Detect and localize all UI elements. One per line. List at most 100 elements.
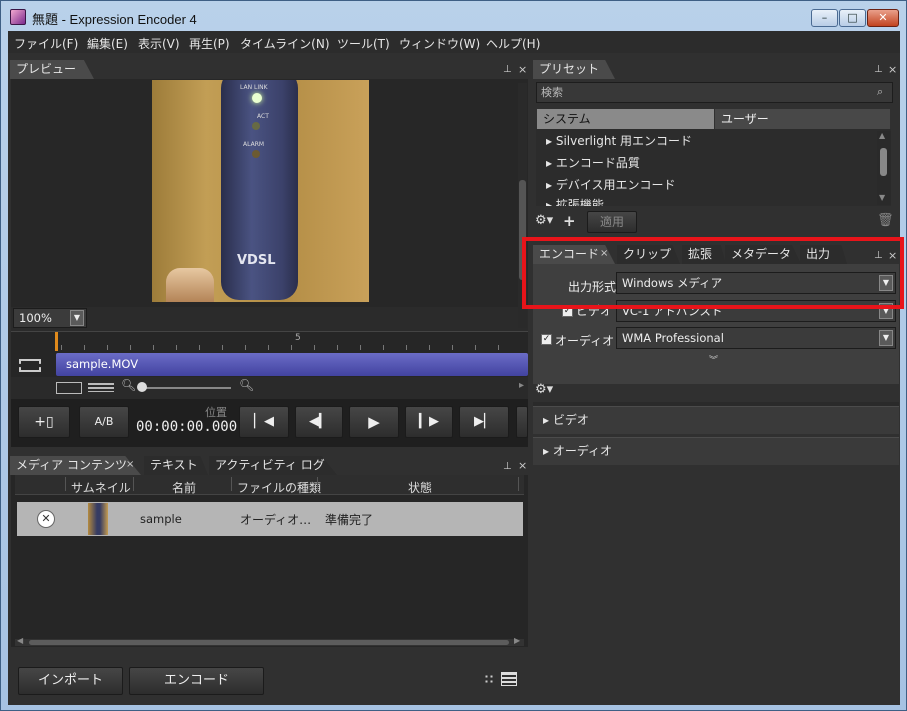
timeline-clip[interactable]: sample.MOV	[56, 353, 528, 376]
column-status[interactable]: 状態	[408, 479, 432, 496]
hscroll-thumb[interactable]	[29, 640, 509, 645]
menu-help[interactable]: ヘルプ(H)	[486, 35, 540, 52]
column-thumbnail[interactable]: サムネイル	[71, 479, 131, 496]
timeline-ruler[interactable]: 5	[11, 331, 528, 351]
table-row[interactable]: ✕ sample オーディオ… 準備完了	[17, 502, 523, 536]
scroll-left-icon[interactable]: ◀	[17, 636, 23, 645]
chevron-down-icon: ▼	[879, 275, 893, 291]
output-format-select[interactable]: Windows メディア ▼	[616, 272, 896, 294]
close-panel-icon[interactable]: ×	[888, 249, 897, 262]
menu-bar: ファイル(F) 編集(E) 表示(V) 再生(P) タイムライン(N) ツール(…	[8, 31, 900, 53]
close-panel-icon[interactable]: ×	[518, 459, 527, 472]
scrollbar-thumb[interactable]	[519, 180, 526, 280]
preview-scrollbar[interactable]	[518, 83, 527, 328]
close-panel-icon[interactable]: ×	[888, 63, 897, 76]
preset-label: Silverlight 用エンコード	[555, 134, 692, 148]
encode-button[interactable]: エンコード	[129, 667, 264, 695]
title-bar[interactable]: 無題 - Expression Encoder 4 – □ ✕	[1, 1, 906, 32]
list-item[interactable]: ▸ デバイス用エンコード	[546, 176, 676, 193]
pin-icon[interactable]: ⊥	[874, 250, 883, 261]
act-led-icon	[252, 122, 260, 130]
thumbnail	[88, 503, 108, 535]
video-codec-select[interactable]: VC-1 アドバンスト ▼	[616, 300, 896, 322]
preview-area[interactable]: LAN LINK ACT ALARM VDSL	[11, 79, 528, 307]
go-to-start-button[interactable]: ▏◀	[239, 406, 289, 438]
zoom-select[interactable]: 100% ▼	[13, 308, 87, 328]
column-name[interactable]: 名前	[172, 479, 196, 496]
close-panel-icon[interactable]: ×	[518, 63, 527, 76]
search-icon[interactable]: ⌕	[877, 85, 883, 99]
play-button[interactable]: ▶	[349, 406, 399, 438]
close-button[interactable]: ✕	[867, 9, 899, 27]
ab-compare-button[interactable]: A/B	[79, 406, 129, 438]
audio-checkbox[interactable]: ✓	[541, 334, 552, 345]
pin-icon[interactable]: ⊥	[874, 64, 883, 75]
scroll-right-icon[interactable]: ▸	[519, 380, 524, 391]
tab-preview[interactable]: プレビュー	[10, 60, 94, 79]
menu-window[interactable]: ウィンドウ(W)	[399, 35, 480, 52]
tab-activity-log[interactable]: アクティビティ ログ	[209, 456, 337, 475]
tab-text[interactable]: テキスト	[144, 456, 208, 475]
chevron-down-icon: ▼	[879, 330, 893, 346]
alarm-label: ALARM	[243, 141, 265, 148]
scroll-down-icon[interactable]: ▼	[879, 193, 885, 202]
tab-user[interactable]: ユーザー	[715, 109, 890, 129]
list-item[interactable]: ▸ エンコード品質	[546, 154, 640, 171]
playhead[interactable]	[55, 332, 58, 351]
tab-output[interactable]: 出力	[800, 245, 847, 264]
track-height-icon[interactable]	[88, 383, 114, 392]
tab-media-content[interactable]: メディア コンテンツ	[10, 456, 141, 475]
gear-icon[interactable]: ⚙▾	[535, 382, 553, 397]
menu-view[interactable]: 表示(V)	[138, 35, 180, 52]
menu-edit[interactable]: 編集(E)	[87, 35, 128, 52]
next-frame-button[interactable]: ▎▶	[405, 406, 453, 438]
more-transport-button[interactable]	[516, 406, 528, 438]
video-checkbox[interactable]: ✓	[562, 306, 573, 317]
remove-item-icon[interactable]: ✕	[37, 510, 55, 528]
close-tab-icon[interactable]: ×	[126, 459, 134, 470]
apply-button[interactable]: 適用	[587, 211, 637, 233]
go-to-end-button[interactable]: ▶▏	[459, 406, 509, 438]
menu-timeline[interactable]: タイムライン(N)	[240, 35, 330, 52]
preset-search-input[interactable]: 検索	[536, 82, 893, 103]
menu-file[interactable]: ファイル(F)	[14, 35, 78, 52]
scroll-up-icon[interactable]: ▲	[879, 131, 885, 140]
trash-icon[interactable]: 🗑︎	[877, 213, 894, 228]
pin-icon[interactable]: ⊥	[503, 461, 512, 472]
video-section-header[interactable]: ▸ ビデオ	[533, 406, 899, 434]
add-marker-button[interactable]: +▯	[18, 406, 70, 438]
close-tab-icon[interactable]: ×	[600, 248, 608, 259]
pin-icon[interactable]: ⊥	[503, 64, 512, 75]
output-format-value: Windows メディア	[622, 276, 723, 290]
scrollbar-thumb[interactable]	[880, 148, 887, 176]
zoom-out-icon[interactable]: 🔍︎	[121, 378, 136, 392]
media-hscroll[interactable]: ◀ ▶	[15, 636, 524, 646]
tab-presets[interactable]: プリセット	[533, 60, 615, 79]
menu-tools[interactable]: ツール(T)	[337, 35, 390, 52]
zoom-in-icon[interactable]: 🔍︎	[239, 378, 254, 392]
previous-frame-button[interactable]: ◀▎	[295, 406, 343, 438]
maximize-button[interactable]: □	[839, 9, 866, 27]
list-item[interactable]: ▸ Silverlight 用エンコード	[546, 132, 692, 149]
preset-scrollbar[interactable]: ▲ ▼	[877, 131, 891, 205]
gear-icon[interactable]: ⚙▾	[535, 213, 553, 228]
timeline-zoom-slider[interactable]	[139, 387, 231, 389]
tab-enhance[interactable]: 拡張	[682, 245, 726, 264]
column-file-type[interactable]: ファイルの種類	[237, 479, 321, 496]
menu-playback[interactable]: 再生(P)	[189, 35, 230, 52]
tab-system[interactable]: システム	[537, 109, 714, 129]
encode-settings: 出力形式 Windows メディア ▼ ✓ ビデオ VC-1 アドバンスト ▼ ✓ …	[533, 264, 899, 366]
fit-track-icon[interactable]	[56, 382, 82, 394]
scroll-right-icon[interactable]: ▶	[514, 636, 520, 645]
timeline-zoom-thumb[interactable]	[137, 382, 147, 392]
list-item[interactable]: ▸ 拡張機能	[546, 196, 604, 206]
tab-clip[interactable]: クリップ	[617, 245, 680, 264]
audio-section-header[interactable]: ▸ オーディオ	[533, 437, 899, 465]
list-view-icon[interactable]	[501, 672, 517, 686]
audio-codec-select[interactable]: WMA Professional ▼	[616, 327, 896, 349]
import-button[interactable]: インポート	[18, 667, 123, 695]
minimize-button[interactable]: –	[811, 9, 838, 27]
grid-view-icon[interactable]	[484, 674, 494, 684]
tab-metadata[interactable]: メタデータ	[725, 245, 801, 264]
add-preset-icon[interactable]: +	[563, 212, 576, 230]
